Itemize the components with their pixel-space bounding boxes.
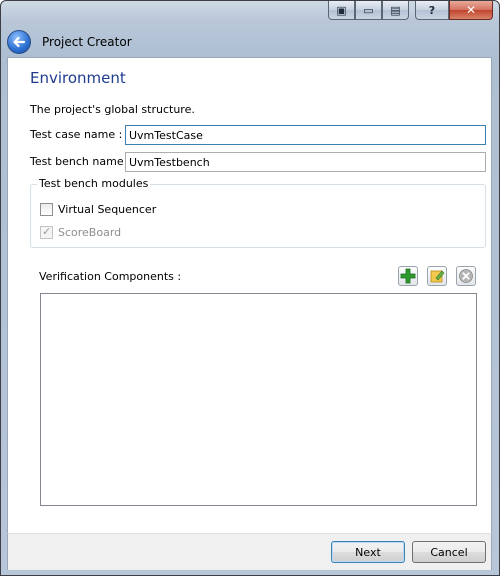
help-icon: ?	[428, 3, 436, 17]
caption-buttons: ▣ ▭ ▤ ? ✕	[328, 1, 493, 21]
tile-button[interactable]: ▤	[382, 1, 409, 20]
virtual-sequencer-checkbox-box[interactable]	[40, 203, 53, 216]
restore-button[interactable]: ▣	[328, 1, 355, 20]
page-description: The project's global structure.	[30, 103, 195, 116]
next-button[interactable]: Next	[331, 541, 405, 563]
scoreboard-checkbox: ✓ ScoreBoard	[40, 225, 122, 239]
back-button[interactable]	[7, 30, 31, 54]
verification-components-label: Verification Components :	[39, 270, 182, 283]
window-mode-icon: ▭	[363, 3, 374, 17]
window-title: Project Creator	[42, 35, 132, 49]
virtual-sequencer-label: Virtual Sequencer	[58, 203, 157, 216]
help-button[interactable]: ?	[415, 1, 449, 20]
remove-component-button[interactable]	[456, 266, 476, 286]
scoreboard-label: ScoreBoard	[58, 226, 122, 239]
edit-icon	[430, 270, 445, 283]
test-case-name-input[interactable]	[125, 125, 486, 145]
test-bench-modules-title: Test bench modules	[37, 177, 151, 190]
add-icon	[400, 268, 416, 284]
tile-icon: ▤	[390, 3, 401, 17]
edit-component-button[interactable]	[427, 266, 447, 286]
close-button[interactable]: ✕	[449, 1, 493, 20]
close-icon: ✕	[465, 3, 477, 17]
restore-down-icon: ▣	[336, 3, 347, 17]
virtual-sequencer-checkbox[interactable]: Virtual Sequencer	[40, 203, 156, 216]
page-heading: Environment	[30, 69, 126, 87]
add-component-button[interactable]	[398, 266, 418, 286]
test-bench-name-input[interactable]	[125, 152, 486, 172]
back-arrow-icon	[13, 36, 26, 48]
remove-icon	[459, 269, 473, 283]
checkmark-icon: ✓	[42, 225, 52, 238]
scoreboard-checkbox-box: ✓	[40, 225, 53, 239]
window-mode-button[interactable]: ▭	[355, 1, 382, 20]
cancel-button[interactable]: Cancel	[412, 541, 486, 563]
verification-components-list[interactable]	[40, 293, 477, 506]
test-case-name-label: Test case name :	[30, 128, 123, 141]
test-bench-name-label: Test bench name :	[30, 155, 131, 168]
